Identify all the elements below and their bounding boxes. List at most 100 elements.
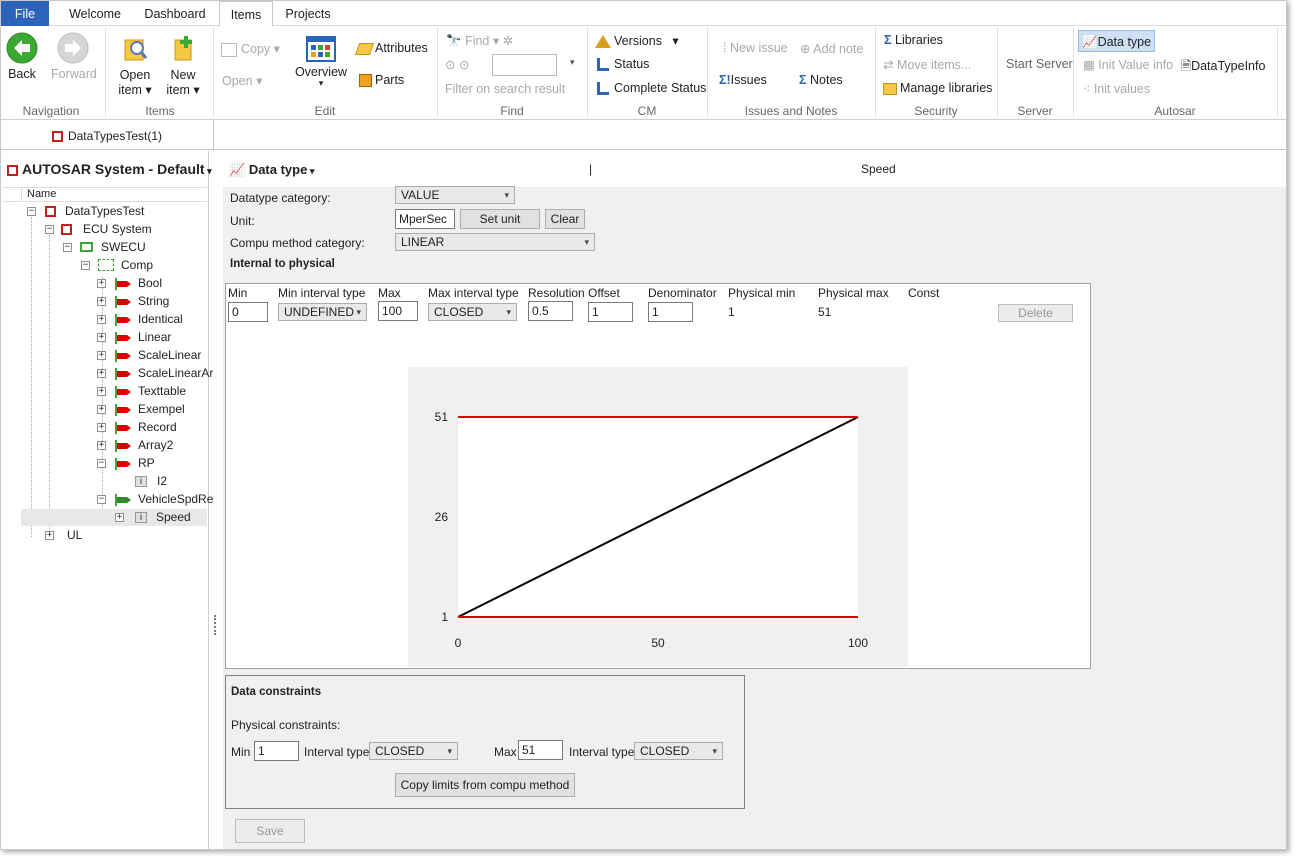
menu-welcome[interactable]: Welcome xyxy=(59,1,131,26)
notes-button[interactable]: Σ Notes xyxy=(799,73,843,87)
versions-button[interactable]: Versions ▾ xyxy=(595,33,679,49)
collapse-icon[interactable]: − xyxy=(97,495,106,504)
find-dropdown-arrow[interactable]: ▾ xyxy=(570,57,575,68)
max-field[interactable]: 100 xyxy=(378,301,418,321)
min-interval-type-select[interactable]: UNDEFINED ▾ xyxy=(278,303,367,321)
issues-button[interactable]: Σ!Issues xyxy=(719,73,767,87)
collapse-icon[interactable]: − xyxy=(27,207,36,216)
manage-libraries-button[interactable]: Manage libraries xyxy=(883,81,992,95)
expand-icon[interactable]: + xyxy=(45,531,54,540)
tree-label: DataTypesTest xyxy=(65,204,145,218)
delete-button[interactable]: Delete xyxy=(998,304,1073,322)
menu-projects[interactable]: Projects xyxy=(279,1,337,26)
tree-label: Texttable xyxy=(138,384,187,398)
menu-dashboard[interactable]: Dashboard xyxy=(137,1,213,26)
max-interval-type-select[interactable]: CLOSED ▾ xyxy=(428,303,517,321)
add-note-button[interactable]: ⊕ Add note xyxy=(800,41,863,56)
filter-search-result[interactable]: Filter on search result xyxy=(445,82,565,96)
min-field[interactable]: 0 xyxy=(228,302,268,322)
system-title: AUTOSAR System - Default xyxy=(22,161,205,177)
separator xyxy=(213,28,214,116)
menu-items[interactable]: Items xyxy=(219,1,273,27)
tree-label: Identical xyxy=(138,312,183,326)
splitter-grip[interactable] xyxy=(214,615,217,635)
add-note-icon: ⊕ xyxy=(800,42,811,56)
collapse-icon[interactable]: − xyxy=(81,261,90,270)
data-type-menu[interactable]: 📈 Data type ▾ xyxy=(229,162,314,178)
init-value-info-button[interactable]: ▦ Init Value info xyxy=(1083,57,1173,72)
expand-icon[interactable]: + xyxy=(97,405,106,414)
constraint-max-field[interactable]: 51 xyxy=(518,740,563,760)
manage-libraries-label: Manage libraries xyxy=(900,81,993,95)
attributes-label: Attributes xyxy=(375,41,428,55)
data-constraints-group: Data constraints Physical constraints: M… xyxy=(225,675,745,809)
expand-icon[interactable]: + xyxy=(115,513,124,522)
status-button[interactable]: Status xyxy=(597,57,649,72)
document-tab[interactable]: DataTypesTest(1) xyxy=(1,120,214,150)
copy-limits-button[interactable]: Copy limits from compu method xyxy=(395,773,575,797)
constraint-max-type-select[interactable]: CLOSED ▾ xyxy=(634,742,723,760)
back-button[interactable]: Back xyxy=(5,32,39,81)
parts-button[interactable]: Parts xyxy=(359,73,404,88)
move-items-button[interactable]: ⇄ Move items... xyxy=(883,57,971,72)
chevron-down-icon: ▾ xyxy=(447,746,452,756)
overview-button[interactable]: Overview ▾ xyxy=(293,36,349,88)
editor-pane: 📈 Data type ▾ | Speed Datatype category:… xyxy=(223,151,1286,849)
chart-line-icon: 📈 xyxy=(229,162,246,177)
set-unit-button[interactable]: Set unit xyxy=(460,209,540,229)
expand-icon[interactable]: + xyxy=(97,351,106,360)
y-tick-label: 26 xyxy=(435,510,449,524)
collapse-icon[interactable]: − xyxy=(97,459,106,468)
init-value-info-label: Init Value info xyxy=(1098,58,1174,72)
unit-field[interactable]: MperSec xyxy=(395,209,455,229)
forward-button[interactable]: Forward xyxy=(51,32,97,81)
expand-icon[interactable]: + xyxy=(97,333,106,342)
expand-icon[interactable]: + xyxy=(97,297,106,306)
group-server: Server xyxy=(1017,104,1053,118)
find-button[interactable]: 🔭 Find ▾ ✲ xyxy=(446,33,513,49)
copy-button[interactable]: Copy ▾ xyxy=(221,41,280,57)
data-type-button[interactable]: 📈Data type xyxy=(1078,30,1156,52)
find-nav-buttons[interactable]: ⊙ ⊙ xyxy=(445,57,469,72)
menu-file[interactable]: File xyxy=(1,1,49,26)
tree-header: Name xyxy=(3,187,207,202)
datatype-category-label: Datatype category: xyxy=(230,191,331,205)
data-constraints-title: Data constraints xyxy=(231,686,322,698)
expand-icon[interactable]: + xyxy=(97,315,106,324)
expand-icon[interactable]: + xyxy=(97,423,106,432)
expand-icon[interactable]: + xyxy=(97,369,106,378)
tree-label: ECU System xyxy=(83,222,152,236)
expand-icon[interactable]: + xyxy=(97,441,106,450)
compu-method-select[interactable]: LINEAR ▾ xyxy=(395,233,595,251)
interface-icon: i xyxy=(135,476,147,487)
tree-label: Exempel xyxy=(138,402,185,416)
resolution-field[interactable]: 0.5 xyxy=(528,301,573,321)
group-items: Items xyxy=(145,104,175,118)
offset-field[interactable]: 1 xyxy=(588,302,633,322)
open-item-button[interactable]: Open item ▾ xyxy=(115,34,155,98)
new-issue-button[interactable]: ⁞ New issue xyxy=(723,41,788,55)
datatypeinfo-button[interactable]: 🗎DataTypeInfo xyxy=(1181,57,1265,78)
tree-column-name[interactable]: Name xyxy=(27,188,56,200)
constraint-min-type-select[interactable]: CLOSED ▾ xyxy=(369,742,458,760)
find-input[interactable] xyxy=(492,54,557,76)
clear-button[interactable]: Clear xyxy=(545,209,585,229)
start-server-button[interactable]: Start Server xyxy=(1006,57,1073,71)
save-button[interactable]: Save xyxy=(235,819,305,843)
system-selector[interactable]: AUTOSAR System - Default ▾ xyxy=(7,161,212,177)
tree-label: I2 xyxy=(157,474,168,488)
libraries-button[interactable]: Σ Libraries xyxy=(884,33,943,47)
attributes-button[interactable]: Attributes xyxy=(354,41,428,55)
open-button[interactable]: Open ▾ xyxy=(222,73,262,88)
new-item-button[interactable]: New item ▾ xyxy=(163,34,203,98)
constraint-min-field[interactable]: 1 xyxy=(254,741,299,761)
init-values-button[interactable]: ⁖ Init values xyxy=(1083,81,1150,96)
collapse-icon[interactable]: − xyxy=(45,225,54,234)
denominator-field[interactable]: 1 xyxy=(648,302,693,322)
expand-icon[interactable]: + xyxy=(97,387,106,396)
max-interval-type-value: CLOSED xyxy=(434,305,484,319)
collapse-icon[interactable]: − xyxy=(63,243,72,252)
datatype-category-select[interactable]: VALUE ▾ xyxy=(395,186,515,204)
expand-icon[interactable]: + xyxy=(97,279,106,288)
complete-status-button[interactable]: Complete Status xyxy=(597,81,706,96)
